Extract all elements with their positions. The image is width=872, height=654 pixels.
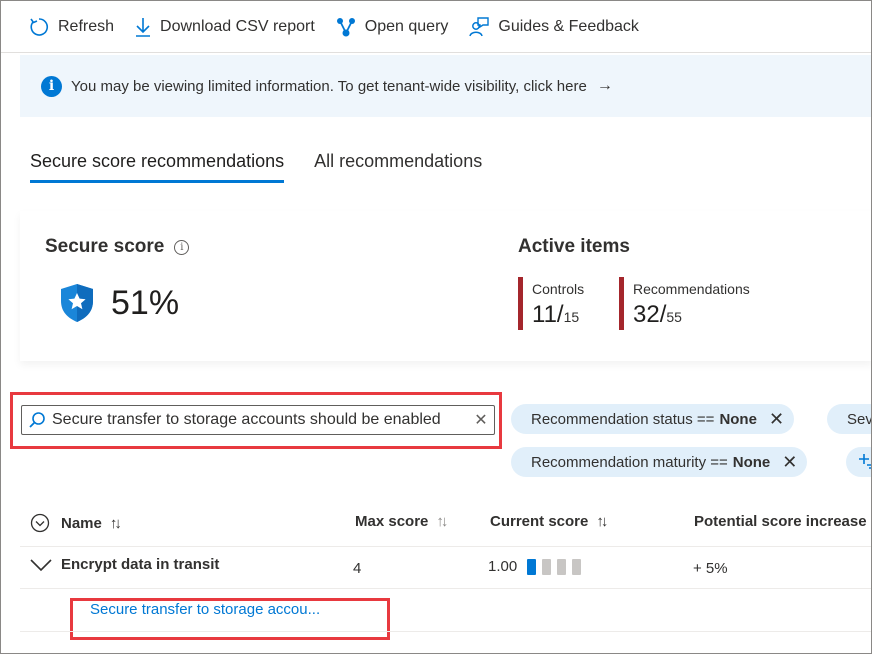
add-filter-icon [859, 454, 871, 469]
shield-star-icon [61, 284, 93, 322]
filter-severity[interactable]: Sev [827, 404, 872, 434]
filter-status-value: None [719, 410, 757, 428]
row-max-score: 4 [353, 560, 362, 577]
sort-icon[interactable]: ↑↓ [436, 513, 448, 530]
secure-score-heading: Secure score i [45, 236, 190, 258]
filter-maturity-key: Recommendation maturity == [531, 453, 728, 471]
row-name: Encrypt data in transit [61, 556, 220, 573]
controls-value: 11/15 [532, 301, 584, 329]
column-max-score-label: Max score [355, 513, 429, 530]
table-row[interactable]: Encrypt data in transit [30, 556, 219, 573]
controls-total: 15 [563, 309, 580, 325]
page-frame: Refresh Download CSV report Open query G… [0, 0, 872, 654]
row-divider [20, 588, 871, 589]
secure-score-percent: 51% [111, 283, 180, 322]
column-potential-label: Potential score increase [694, 513, 867, 530]
recommendations-total: 55 [666, 309, 682, 325]
column-header-current-score[interactable]: Current score ↑↓ [490, 513, 608, 530]
sub-row-highlight-box [70, 598, 390, 640]
recommendations-count: 32/ [633, 301, 667, 328]
controls-label: Controls [532, 281, 585, 297]
sort-icon[interactable]: ↑↓ [596, 513, 608, 530]
row-divider [20, 631, 871, 632]
column-current-score-label: Current score [490, 513, 589, 530]
guides-feedback-button[interactable]: Guides & Feedback [468, 12, 639, 42]
score-bar-segment [542, 558, 552, 575]
remove-filter-icon[interactable]: ✕ [782, 452, 797, 473]
guides-feedback-label: Guides & Feedback [498, 17, 639, 35]
info-tooltip-icon[interactable]: i [174, 239, 190, 255]
secure-score-title: Secure score [45, 236, 165, 257]
recommendations-label: Recommendations [633, 281, 750, 297]
row-current-score-value: 1.00 [488, 558, 518, 575]
controls-count: 11/ [532, 301, 564, 328]
column-header-name[interactable]: Name ↑↓ [30, 513, 122, 533]
download-icon [136, 17, 151, 37]
banner-text: You may be viewing limited information. … [71, 77, 587, 95]
filter-severity-key: Sev [847, 410, 872, 428]
column-header-max-score[interactable]: Max score ↑↓ [355, 513, 448, 530]
filter-recommendation-maturity[interactable]: Recommendation maturity == None ✕ [511, 447, 808, 477]
tab-all-recommendations[interactable]: All recommendations [314, 151, 482, 183]
info-banner[interactable]: i You may be viewing limited information… [20, 55, 871, 117]
filter-status-key: Recommendation status == [531, 410, 715, 428]
recommendations-metric: Recommendations 32/55 [619, 277, 750, 330]
command-bar: Refresh Download CSV report Open query G… [1, 1, 871, 53]
info-icon: i [41, 75, 62, 97]
tab-secure-score-recommendations[interactable]: Secure score recommendations [30, 151, 285, 183]
header-divider [20, 546, 871, 547]
score-bar-segment [557, 558, 567, 575]
arrow-right-icon: → [596, 77, 613, 94]
search-highlight-box [10, 392, 502, 449]
tab-list: Secure score recommendations All recomme… [30, 151, 512, 183]
remove-filter-icon[interactable]: ✕ [769, 409, 784, 430]
secure-score-value: 51% [59, 283, 179, 323]
sort-icon[interactable]: ↑↓ [110, 515, 122, 532]
refresh-icon [30, 17, 49, 36]
download-csv-button[interactable]: Download CSV report [134, 12, 315, 42]
score-progress-bars [527, 558, 587, 575]
open-query-button[interactable]: Open query [335, 12, 449, 42]
row-potential-increase: + 5% [693, 560, 728, 577]
expand-all-icon[interactable] [30, 513, 50, 533]
row-current-score: 1.00 [488, 558, 587, 575]
filter-recommendation-status[interactable]: Recommendation status == None ✕ [511, 404, 795, 434]
chevron-down-icon[interactable] [30, 557, 52, 573]
filter-maturity-value: None [732, 453, 771, 471]
add-filter-button[interactable] [846, 447, 871, 477]
recommendations-value: 32/55 [633, 301, 750, 329]
column-header-potential-score[interactable]: Potential score increase [694, 513, 867, 530]
refresh-label: Refresh [58, 17, 115, 35]
controls-metric: Controls 11/15 [518, 277, 584, 330]
download-csv-label: Download CSV report [160, 17, 315, 35]
open-query-label: Open query [364, 17, 449, 35]
query-graph-icon [336, 17, 355, 36]
active-items-title: Active items [518, 236, 630, 257]
column-name-label: Name [61, 514, 102, 532]
score-bar-segment [572, 558, 582, 575]
feedback-person-icon [469, 16, 490, 36]
score-bar-segment [527, 558, 537, 575]
refresh-button[interactable]: Refresh [28, 12, 114, 42]
